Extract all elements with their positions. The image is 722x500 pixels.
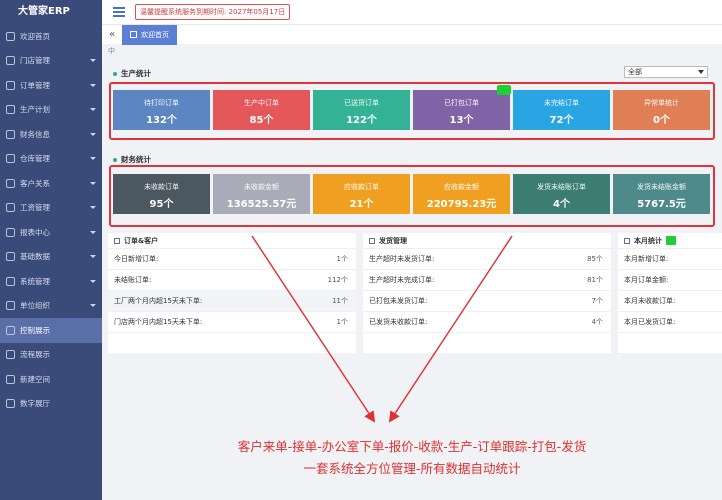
annotation-line-2: 一套系统全方位管理-所有数据自动统计 (303, 461, 521, 476)
annotation-arrows (251, 235, 513, 423)
arrow-line-right (388, 235, 513, 423)
annotation-line-1: 客户来单-接单-办公室下单-报价-收款-生产-订单跟踪-打包-发货 (237, 439, 587, 454)
arrow-line-left (251, 235, 376, 423)
